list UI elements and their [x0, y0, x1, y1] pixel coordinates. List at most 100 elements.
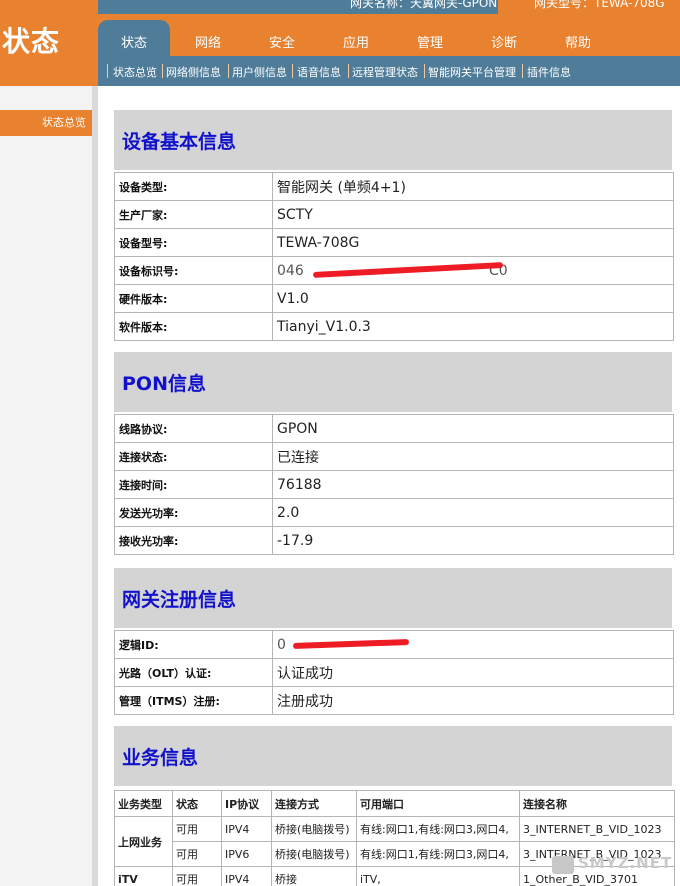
table-row: 硬件版本: V1.0: [114, 284, 674, 313]
row-label: 设备类型:: [114, 172, 273, 201]
table-row: 线路协议: GPON: [114, 414, 674, 443]
subnav-divider: [228, 64, 229, 78]
section-title: PON信息: [122, 373, 206, 395]
row-value: TEWA-708G: [272, 228, 674, 257]
subnav-divider: [522, 64, 523, 78]
connection-mode-cell: 桥接: [271, 866, 357, 886]
tab-security[interactable]: 安全: [246, 20, 318, 56]
row-value: GPON: [272, 414, 674, 443]
redaction-mark: [312, 262, 504, 278]
subnav-divider: [348, 64, 349, 78]
column-header: IP协议: [221, 790, 272, 817]
ports-cell: 有线:网口1,有线:网口3,网口4,: [356, 841, 520, 867]
section-service-header: 业务信息: [114, 726, 672, 786]
sidebar-item-status-overview[interactable]: 状态总览: [0, 110, 92, 136]
row-label: 软件版本:: [114, 312, 273, 341]
row-label: 管理（ITMS）注册:: [114, 686, 273, 715]
table-row: 光路（OLT）认证: 认证成功: [114, 658, 674, 687]
row-label: 设备标识号:: [114, 256, 273, 285]
sidebar: 状态总览: [0, 86, 92, 886]
gateway-name-label: 网关名称：天翼网关-GPON: [350, 0, 498, 10]
row-value-redacted: 0: [272, 630, 674, 659]
service-type: 上网业务: [114, 816, 173, 867]
table-row: 上网业务 可用 IPV4 桥接(电脑拨号) 有线:网口1,有线:网口3,网口4,…: [114, 816, 675, 867]
redaction-mark: [292, 638, 410, 650]
connection-mode-cell: 桥接(电脑拨号): [271, 816, 357, 842]
tab-application[interactable]: 应用: [320, 20, 392, 56]
section-title: 网关注册信息: [122, 589, 237, 611]
table-header-row: 业务类型 状态 IP协议 连接方式 可用端口 连接名称: [114, 790, 675, 817]
section-registration-header: 网关注册信息: [114, 568, 672, 628]
device-info-table: 设备类型: 智能网关 (单频4+1) 生产厂家: SCTY 设备型号: TEWA-70…: [114, 172, 674, 341]
page: 状态 网关名称：天翼网关-GPON 网关型号：TEWA-708G 状态 网络 安…: [0, 0, 680, 886]
main-content: 设备基本信息 设备类型: 智能网关 (单频4+1) 生产厂家: SCTY 设备型号:…: [98, 86, 680, 886]
row-label: 连接时间:: [114, 470, 273, 499]
subnav-remote-mgmt-status[interactable]: 远程管理状态: [352, 64, 418, 80]
ports-cell: 有线:网口1,有线:网口3,网口4,: [356, 816, 520, 842]
row-value: 智能网关 (单频4+1): [272, 172, 674, 201]
table-row: 管理（ITMS）注册: 注册成功: [114, 686, 674, 715]
subnav-divider: [424, 64, 425, 78]
row-value: Tianyi_V1.0.3: [272, 312, 674, 341]
row-label: 生产厂家:: [114, 200, 273, 229]
status-cell: 可用: [172, 866, 222, 886]
tab-status[interactable]: 状态: [98, 20, 170, 56]
subnav-divider: [162, 64, 163, 78]
watermark-badge-icon: [552, 856, 574, 874]
tab-network[interactable]: 网络: [172, 20, 244, 56]
subnav-divider: [292, 64, 293, 78]
row-label: 接收光功率:: [114, 526, 273, 555]
tab-diagnostics[interactable]: 诊断: [468, 20, 540, 56]
subnav-platform-mgmt[interactable]: 智能网关平台管理: [428, 64, 516, 80]
subnav-user-info[interactable]: 用户侧信息: [232, 64, 287, 80]
table-row: 设备类型: 智能网关 (单频4+1): [114, 172, 674, 201]
header-logo-block: 状态: [0, 0, 98, 86]
subnav-status-overview[interactable]: 状态总览: [113, 64, 157, 80]
tab-help[interactable]: 帮助: [542, 20, 614, 56]
row-label: 线路协议:: [114, 414, 273, 443]
row-value: 注册成功: [272, 686, 674, 715]
ip-protocol-cell: IPV4: [221, 866, 272, 886]
section-title: 设备基本信息: [122, 131, 237, 153]
table-row: 生产厂家: SCTY: [114, 200, 674, 229]
smyz-watermark: SMYZ.NET: [552, 850, 672, 878]
gateway-model-label: 网关型号：TEWA-708G: [534, 0, 665, 10]
subnav-divider: [107, 64, 108, 78]
redacted-value-prefix: 046: [277, 262, 304, 279]
tab-management[interactable]: 管理: [394, 20, 466, 56]
row-value: 已连接: [272, 442, 674, 471]
column-header: 业务类型: [114, 790, 173, 817]
row-label: 连接状态:: [114, 442, 273, 471]
ip-protocol-cell: IPV4: [221, 816, 272, 842]
service-type: iTV: [114, 866, 173, 886]
section-device-basic-header: 设备基本信息: [114, 110, 672, 170]
row-value: 2.0: [272, 498, 674, 527]
row-label: 逻辑ID:: [114, 630, 273, 659]
row-label: 设备型号:: [114, 228, 273, 257]
subnav-voice-info[interactable]: 语音信息: [297, 64, 341, 80]
registration-info-table: 逻辑ID: 0 光路（OLT）认证: 认证成功 管理（ITMS）注册: 注册成功: [114, 630, 674, 715]
row-value: -17.9: [272, 526, 674, 555]
row-label: 硬件版本:: [114, 284, 273, 313]
connection-mode-cell: 桥接(电脑拨号): [271, 841, 357, 867]
sub-navigation: 状态总览 网络侧信息 用户侧信息 语音信息 远程管理状态 智能网关平台管理 插件…: [98, 56, 680, 86]
section-title: 业务信息: [122, 747, 199, 769]
page-title: 状态: [2, 25, 61, 58]
subnav-network-info[interactable]: 网络侧信息: [166, 64, 221, 80]
status-cell: 可用: [172, 841, 222, 867]
column-header: 可用端口: [356, 790, 520, 817]
row-value: V1.0: [272, 284, 674, 313]
gateway-info-bar: 网关名称：天翼网关-GPON 网关型号：TEWA-708G: [98, 0, 680, 14]
table-row: 发送光功率: 2.0: [114, 498, 674, 527]
table-row: 接收光功率: -17.9: [114, 526, 674, 555]
subnav-plugin-info[interactable]: 插件信息: [527, 64, 571, 80]
row-value: 认证成功: [272, 658, 674, 687]
connection-name-cell: 3_INTERNET_B_VID_1023: [519, 816, 675, 842]
table-row: 设备型号: TEWA-708G: [114, 228, 674, 257]
row-label: 发送光功率:: [114, 498, 273, 527]
row-label: 光路（OLT）认证:: [114, 658, 273, 687]
column-header: 连接名称: [519, 790, 675, 817]
table-row: 连接时间: 76188: [114, 470, 674, 499]
redacted-value-prefix: 0: [277, 636, 286, 653]
column-header: 状态: [172, 790, 222, 817]
